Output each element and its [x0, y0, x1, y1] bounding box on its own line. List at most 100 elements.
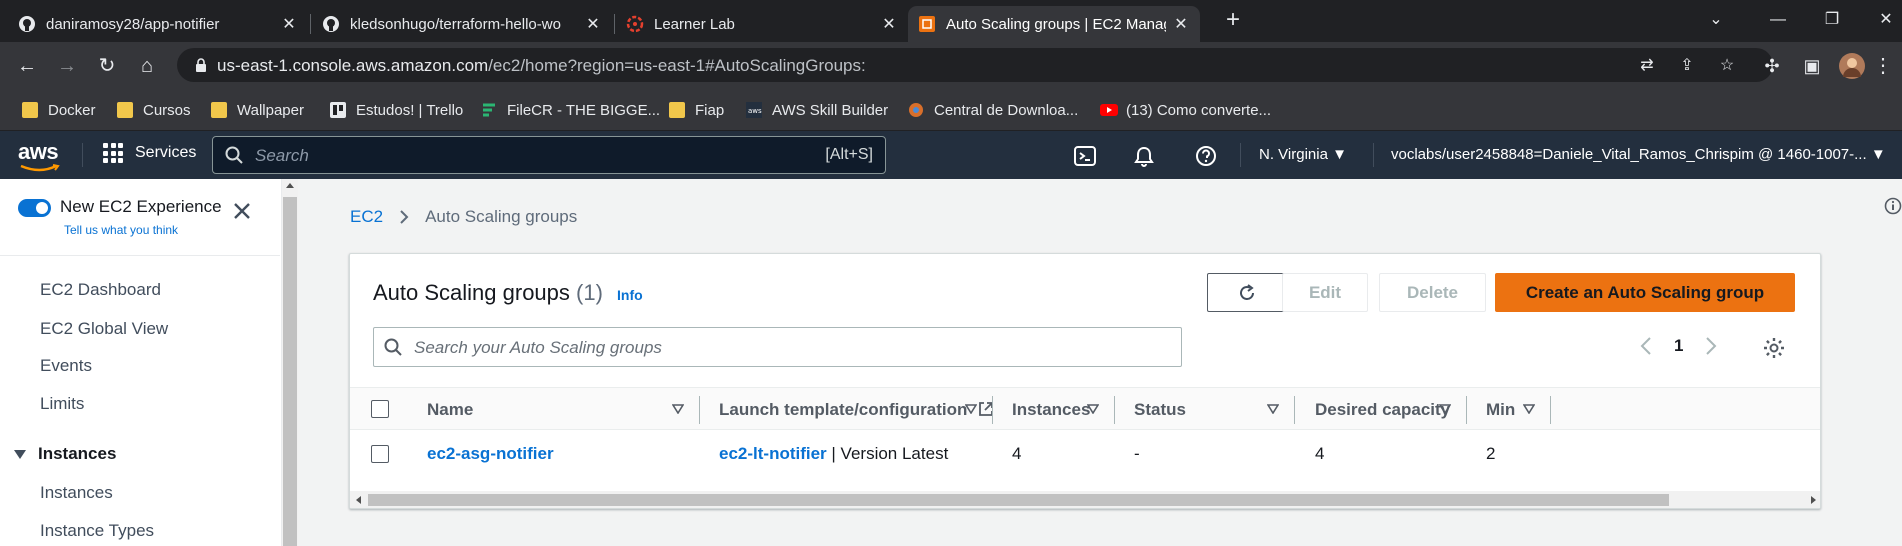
close-icon[interactable]: ✕ [584, 14, 602, 34]
close-icon[interactable]: ✕ [1172, 14, 1190, 34]
bookmark-aws-skill-builder[interactable]: aws AWS Skill Builder [746, 97, 888, 123]
aws-search-input[interactable]: Search [Alt+S] [212, 136, 886, 174]
tab-search-chevron-icon[interactable]: ⌄ [1701, 6, 1731, 34]
extensions-icon[interactable]: ✣ [1757, 51, 1787, 81]
page-number[interactable]: 1 [1674, 336, 1683, 356]
bookmark-filecr[interactable]: FileCR - THE BIGGE... [481, 97, 660, 123]
column-divider[interactable] [1466, 396, 1467, 424]
sidebar-section-instances[interactable]: Instances [14, 444, 116, 464]
home-icon[interactable]: ⌂ [132, 51, 162, 81]
window-close-button[interactable]: ✕ [1871, 6, 1901, 34]
browser-menu-icon[interactable]: ⋮ [1868, 51, 1898, 81]
select-all-checkbox[interactable] [371, 400, 389, 418]
column-divider[interactable] [992, 396, 993, 424]
github-icon [322, 15, 340, 33]
gear-icon[interactable] [1762, 336, 1786, 360]
back-arrow-icon[interactable]: ← [12, 51, 42, 81]
sort-icon[interactable] [1439, 404, 1451, 414]
info-panel-icon[interactable] [1884, 197, 1902, 215]
filter-search-input[interactable]: Search your Auto Scaling groups [373, 327, 1182, 367]
create-auto-scaling-group-button[interactable]: Create an Auto Scaling group [1495, 273, 1795, 312]
translate-icon[interactable]: ⇄ [1637, 56, 1657, 76]
sort-icon[interactable] [672, 404, 684, 414]
sidebar-item-instances[interactable]: Instances [40, 483, 113, 503]
scrollbar-thumb[interactable] [368, 494, 1669, 506]
sidebar-item-ec2-dashboard[interactable]: EC2 Dashboard [40, 280, 161, 300]
edit-button[interactable]: Edit [1282, 273, 1368, 312]
column-header-name[interactable]: Name [427, 400, 473, 420]
info-link[interactable]: Info [617, 287, 643, 303]
bookmark-fiap[interactable]: Fiap [669, 97, 724, 123]
region-selector[interactable]: N. Virginia ▼ [1259, 146, 1347, 163]
bookmark-docker[interactable]: Docker [22, 97, 96, 123]
browser-tab-terraform[interactable]: kledsonhugo/terraform-hello-wo ✕ [312, 6, 612, 42]
close-icon[interactable]: ✕ [880, 14, 898, 34]
column-divider[interactable] [1114, 396, 1115, 424]
bookmark-trello[interactable]: Estudos! | Trello [330, 97, 463, 123]
help-icon[interactable] [1195, 145, 1217, 167]
reload-icon[interactable]: ↻ [92, 51, 122, 81]
close-icon[interactable]: ✕ [280, 14, 298, 34]
new-ec2-experience-toggle[interactable] [18, 199, 51, 217]
refresh-button[interactable] [1207, 273, 1287, 312]
filecr-icon [481, 102, 497, 118]
bookmark-star-icon[interactable]: ☆ [1717, 56, 1737, 76]
cloudshell-icon[interactable] [1074, 145, 1096, 167]
row-checkbox[interactable] [371, 445, 389, 463]
browser-tab-learner-lab[interactable]: Learner Lab ✕ [616, 6, 908, 42]
scroll-left-arrow-icon[interactable] [356, 496, 361, 504]
column-header-status[interactable]: Status [1134, 400, 1186, 420]
browser-tab-auto-scaling[interactable]: Auto Scaling groups | EC2 Manag ✕ [908, 6, 1200, 42]
column-header-launch-template[interactable]: Launch template/configuration [719, 400, 994, 420]
scroll-right-arrow-icon[interactable] [1811, 496, 1816, 504]
restore-button[interactable]: ❐ [1817, 6, 1847, 34]
table-horizontal-scrollbar[interactable] [350, 491, 1820, 508]
bookmark-youtube[interactable]: (13) Como converte... [1100, 97, 1271, 123]
minimize-button[interactable]: — [1763, 6, 1793, 34]
column-divider[interactable] [1294, 396, 1295, 424]
sidebar-item-ec2-global-view[interactable]: EC2 Global View [40, 319, 168, 339]
browser-tab-app-notifier[interactable]: daniramosy28/app-notifier ✕ [8, 6, 308, 42]
side-panel-icon[interactable]: ▣ [1797, 51, 1827, 81]
sort-icon[interactable] [1087, 404, 1099, 414]
delete-button[interactable]: Delete [1379, 273, 1486, 312]
sidebar-item-limits[interactable]: Limits [40, 394, 84, 414]
column-divider[interactable] [699, 396, 700, 424]
new-tab-button[interactable]: + [1218, 6, 1248, 34]
bookmark-cursos[interactable]: Cursos [117, 97, 191, 123]
forward-arrow-icon[interactable]: → [52, 51, 82, 81]
share-icon[interactable]: ⇪ [1677, 56, 1697, 76]
bookmark-central-downloads[interactable]: Central de Downloa... [908, 97, 1078, 123]
column-divider[interactable] [1550, 396, 1551, 424]
chevron-left-icon[interactable] [1640, 336, 1652, 356]
sidebar-item-events[interactable]: Events [40, 356, 92, 376]
asg-name-link[interactable]: ec2-asg-notifier [427, 444, 554, 464]
account-menu[interactable]: voclabs/user2458848=Daniele_Vital_Ramos_… [1391, 146, 1886, 163]
sort-icon[interactable] [1267, 404, 1279, 414]
grid-icon [103, 143, 123, 163]
scrollbar-thumb[interactable] [283, 197, 297, 546]
table-row[interactable]: ec2-asg-notifier ec2-lt-notifier | Versi… [350, 430, 1820, 478]
lock-icon[interactable] [193, 57, 209, 73]
aws-logo[interactable]: aws [18, 139, 59, 165]
bookmark-wallpaper[interactable]: Wallpaper [211, 97, 304, 123]
sidebar-scrollbar[interactable] [282, 179, 298, 546]
sort-icon[interactable] [965, 404, 977, 414]
notifications-bell-icon[interactable] [1133, 145, 1155, 167]
breadcrumb-ec2[interactable]: EC2 [350, 207, 383, 227]
avatar[interactable] [1837, 51, 1867, 81]
header-divider [1240, 143, 1241, 167]
sidebar-item-instance-types[interactable]: Instance Types [40, 521, 154, 541]
address-bar[interactable]: us-east-1.console.aws.amazon.com/ec2/hom… [177, 48, 1773, 82]
scroll-up-arrow-icon[interactable] [286, 183, 294, 188]
chevron-right-icon[interactable] [1705, 336, 1717, 356]
services-menu[interactable]: Services [103, 143, 196, 163]
feedback-link[interactable]: Tell us what you think [64, 223, 178, 237]
sort-icon[interactable] [1523, 404, 1535, 414]
launch-template-link[interactable]: ec2-lt-notifier [719, 444, 827, 463]
close-icon[interactable] [232, 201, 252, 221]
min-cell: 2 [1486, 444, 1496, 463]
column-header-desired-capacity[interactable]: Desired capacity [1315, 400, 1450, 420]
column-header-min[interactable]: Min [1486, 400, 1515, 420]
column-header-instances[interactable]: Instances [1012, 400, 1090, 420]
